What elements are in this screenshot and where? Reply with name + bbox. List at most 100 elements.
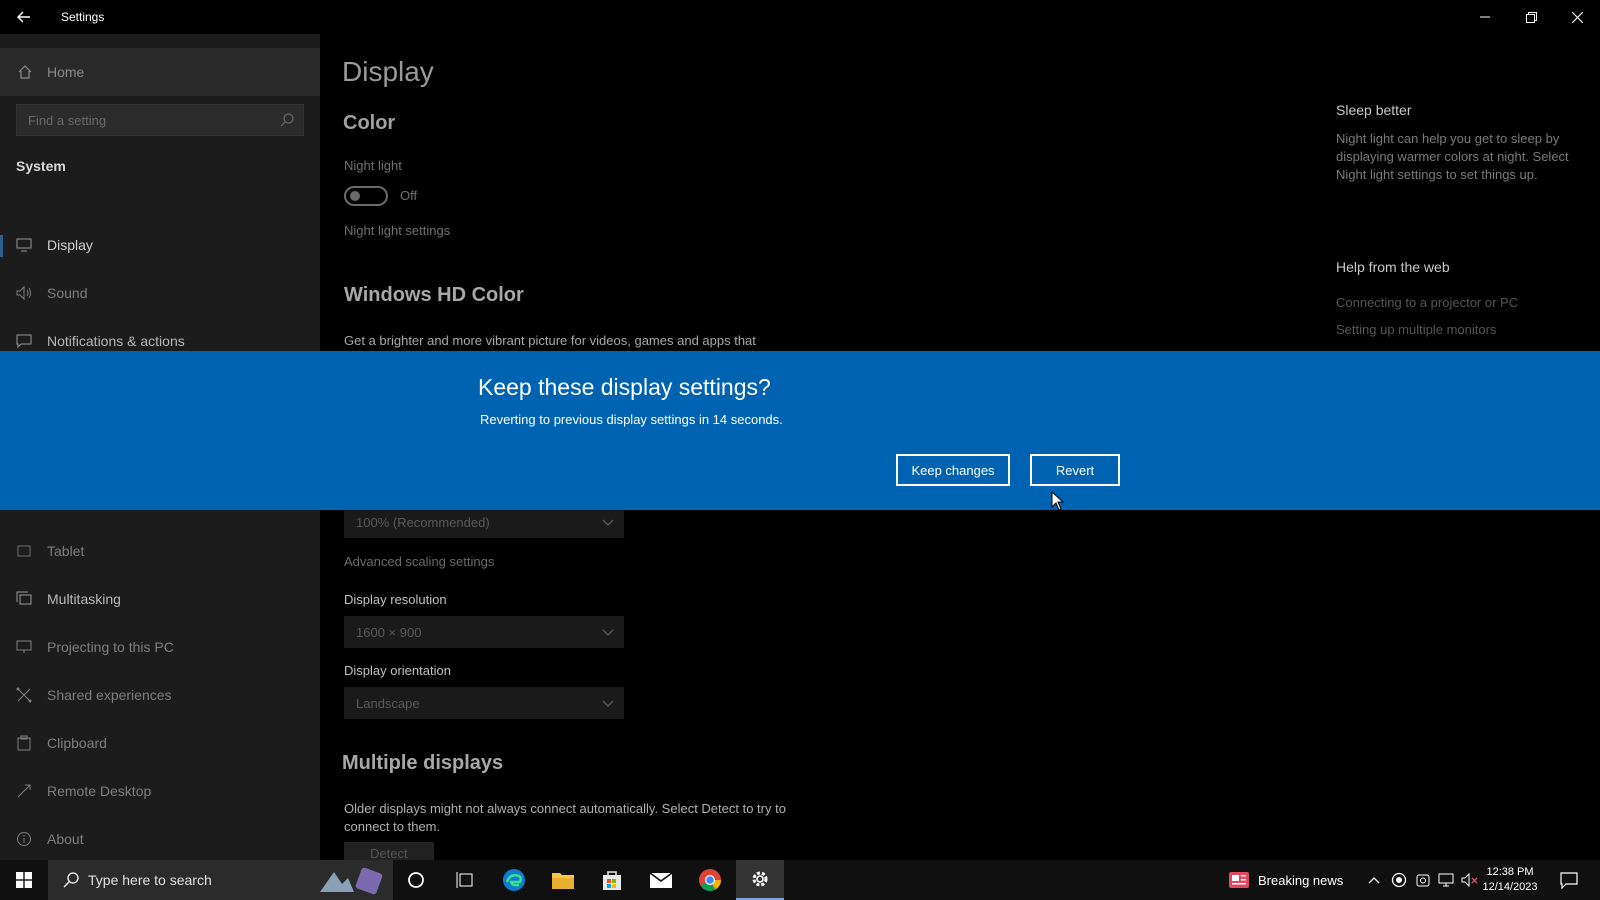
search-icon	[280, 113, 294, 127]
cortana-button[interactable]	[392, 860, 440, 900]
keep-changes-button[interactable]: Keep changes	[896, 454, 1010, 486]
toggle-knob	[350, 191, 360, 201]
find-setting-input[interactable]: Find a setting	[16, 104, 304, 136]
resolution-label: Display resolution	[344, 592, 447, 607]
home-icon	[18, 65, 32, 79]
chevron-down-icon	[602, 629, 614, 636]
night-light-toggle[interactable]	[344, 186, 388, 206]
taskbar-search-box[interactable]: Type here to search	[48, 860, 393, 900]
share-icon	[16, 687, 32, 703]
sidebar-item-remote-desktop[interactable]: Remote Desktop	[0, 771, 320, 811]
minimize-button[interactable]	[1462, 0, 1508, 34]
multitasking-icon	[16, 591, 32, 605]
notification-icon	[1560, 872, 1578, 889]
tray-volume-button[interactable]	[1460, 860, 1480, 900]
news-label: Breaking news	[1258, 872, 1344, 888]
sidebar-item-tablet[interactable]: Tablet	[0, 531, 320, 571]
taskbar-clock[interactable]: 12:38 PM 12/14/2023	[1478, 865, 1542, 895]
tray-camera-button[interactable]	[1412, 860, 1434, 900]
chevron-down-icon	[602, 519, 614, 526]
minimize-icon	[1480, 16, 1490, 18]
tray-record-button[interactable]	[1388, 860, 1410, 900]
sidebar-item-label: Remote Desktop	[47, 783, 152, 799]
show-hidden-icons-button[interactable]	[1364, 860, 1384, 900]
sidebar-item-sound[interactable]: Sound	[0, 273, 320, 313]
news-icon	[1229, 872, 1249, 888]
record-icon	[1391, 872, 1407, 888]
close-icon	[1571, 11, 1583, 23]
mail-button[interactable]	[637, 860, 685, 900]
tray-network-button[interactable]	[1436, 860, 1458, 900]
help-link-monitors[interactable]: Setting up multiple monitors	[1336, 322, 1496, 337]
cortana-circle-icon	[408, 872, 424, 888]
gear-icon	[752, 871, 768, 887]
detect-button[interactable]: Detect	[344, 842, 434, 862]
restore-button[interactable]	[1508, 0, 1554, 34]
resolution-dropdown[interactable]: 1600 × 900	[344, 616, 624, 648]
chrome-button[interactable]	[686, 860, 734, 900]
file-explorer-button[interactable]	[539, 860, 587, 900]
taskbar: Type here to search Breaking news 12:38 …	[0, 860, 1600, 900]
color-heading: Color	[343, 112, 396, 134]
store-button[interactable]	[588, 860, 636, 900]
orientation-dropdown[interactable]: Landscape	[344, 687, 624, 719]
scale-value: 100% (Recommended)	[356, 515, 490, 530]
page-title: Display	[342, 56, 434, 87]
scale-dropdown[interactable]: 100% (Recommended)	[344, 506, 624, 538]
hd-color-description: Get a brighter and more vibrant picture …	[344, 333, 756, 348]
multiple-displays-heading: Multiple displays	[342, 752, 504, 774]
task-view-button[interactable]	[440, 860, 488, 900]
back-button[interactable]	[10, 4, 38, 30]
sidebar-item-label: Projecting to this PC	[47, 639, 174, 655]
multiple-displays-description: Older displays might not always connect …	[344, 801, 786, 834]
action-center-button[interactable]	[1554, 860, 1584, 900]
folder-icon	[552, 873, 574, 889]
sidebar-item-display[interactable]: Display	[0, 225, 320, 265]
sidebar-item-label: Sound	[47, 285, 88, 301]
orientation-value: Landscape	[356, 696, 420, 711]
close-button[interactable]	[1554, 0, 1600, 34]
monitor-icon	[16, 238, 32, 252]
settings-taskbar-button[interactable]	[736, 860, 784, 900]
section-title: System	[16, 158, 66, 174]
advanced-scaling-link[interactable]: Advanced scaling settings	[344, 554, 494, 569]
edge-browser-icon	[503, 869, 525, 891]
news-widget[interactable]: Breaking news	[1228, 860, 1343, 900]
tablet-icon	[17, 545, 31, 557]
sidebar-item-projecting[interactable]: Projecting to this PC	[0, 627, 320, 667]
find-setting-placeholder: Find a setting	[28, 113, 107, 128]
sidebar-item-label: Notifications & actions	[47, 333, 185, 349]
orientation-label: Display orientation	[344, 663, 451, 678]
sidebar-item-shared[interactable]: Shared experiences	[0, 675, 320, 715]
clock-time: 12:38 PM	[1486, 866, 1534, 878]
night-light-state: Off	[400, 188, 418, 203]
project-icon	[16, 640, 32, 653]
info-icon	[17, 832, 31, 846]
volume-muted-icon	[1461, 872, 1478, 888]
help-link-projector[interactable]: Connecting to a projector or PC	[1336, 295, 1518, 310]
dialog-title: Keep these display settings?	[478, 374, 771, 400]
sidebar-item-label: Clipboard	[47, 735, 107, 751]
sidebar-item-clipboard[interactable]: Clipboard	[0, 723, 320, 763]
sidebar-item-label: Shared experiences	[47, 687, 172, 703]
chrome-browser-icon	[699, 869, 721, 891]
revert-button[interactable]: Revert	[1030, 454, 1120, 486]
taskbar-search-placeholder: Type here to search	[88, 872, 212, 888]
sidebar-home[interactable]: Home	[0, 48, 320, 96]
back-arrow-icon	[17, 11, 30, 23]
clipboard-icon	[17, 735, 31, 751]
sidebar-item-label: Display	[47, 237, 93, 253]
clock-date: 12/14/2023	[1482, 881, 1538, 893]
remote-icon	[17, 784, 31, 798]
sidebar-item-multitasking[interactable]: Multitasking	[0, 579, 320, 619]
edge-button[interactable]	[490, 860, 538, 900]
start-button[interactable]	[0, 860, 48, 900]
mail-envelope-icon	[649, 872, 673, 888]
camera-icon	[1416, 874, 1430, 887]
night-light-settings-link[interactable]: Night light settings	[344, 223, 450, 238]
sidebar-item-about[interactable]: About	[0, 819, 320, 859]
windows-logo-icon	[16, 872, 32, 888]
sleep-better-text: Night light can help you get to sleep by…	[1336, 131, 1569, 182]
hd-color-heading: Windows HD Color	[344, 284, 524, 306]
night-light-label: Night light	[344, 158, 402, 173]
